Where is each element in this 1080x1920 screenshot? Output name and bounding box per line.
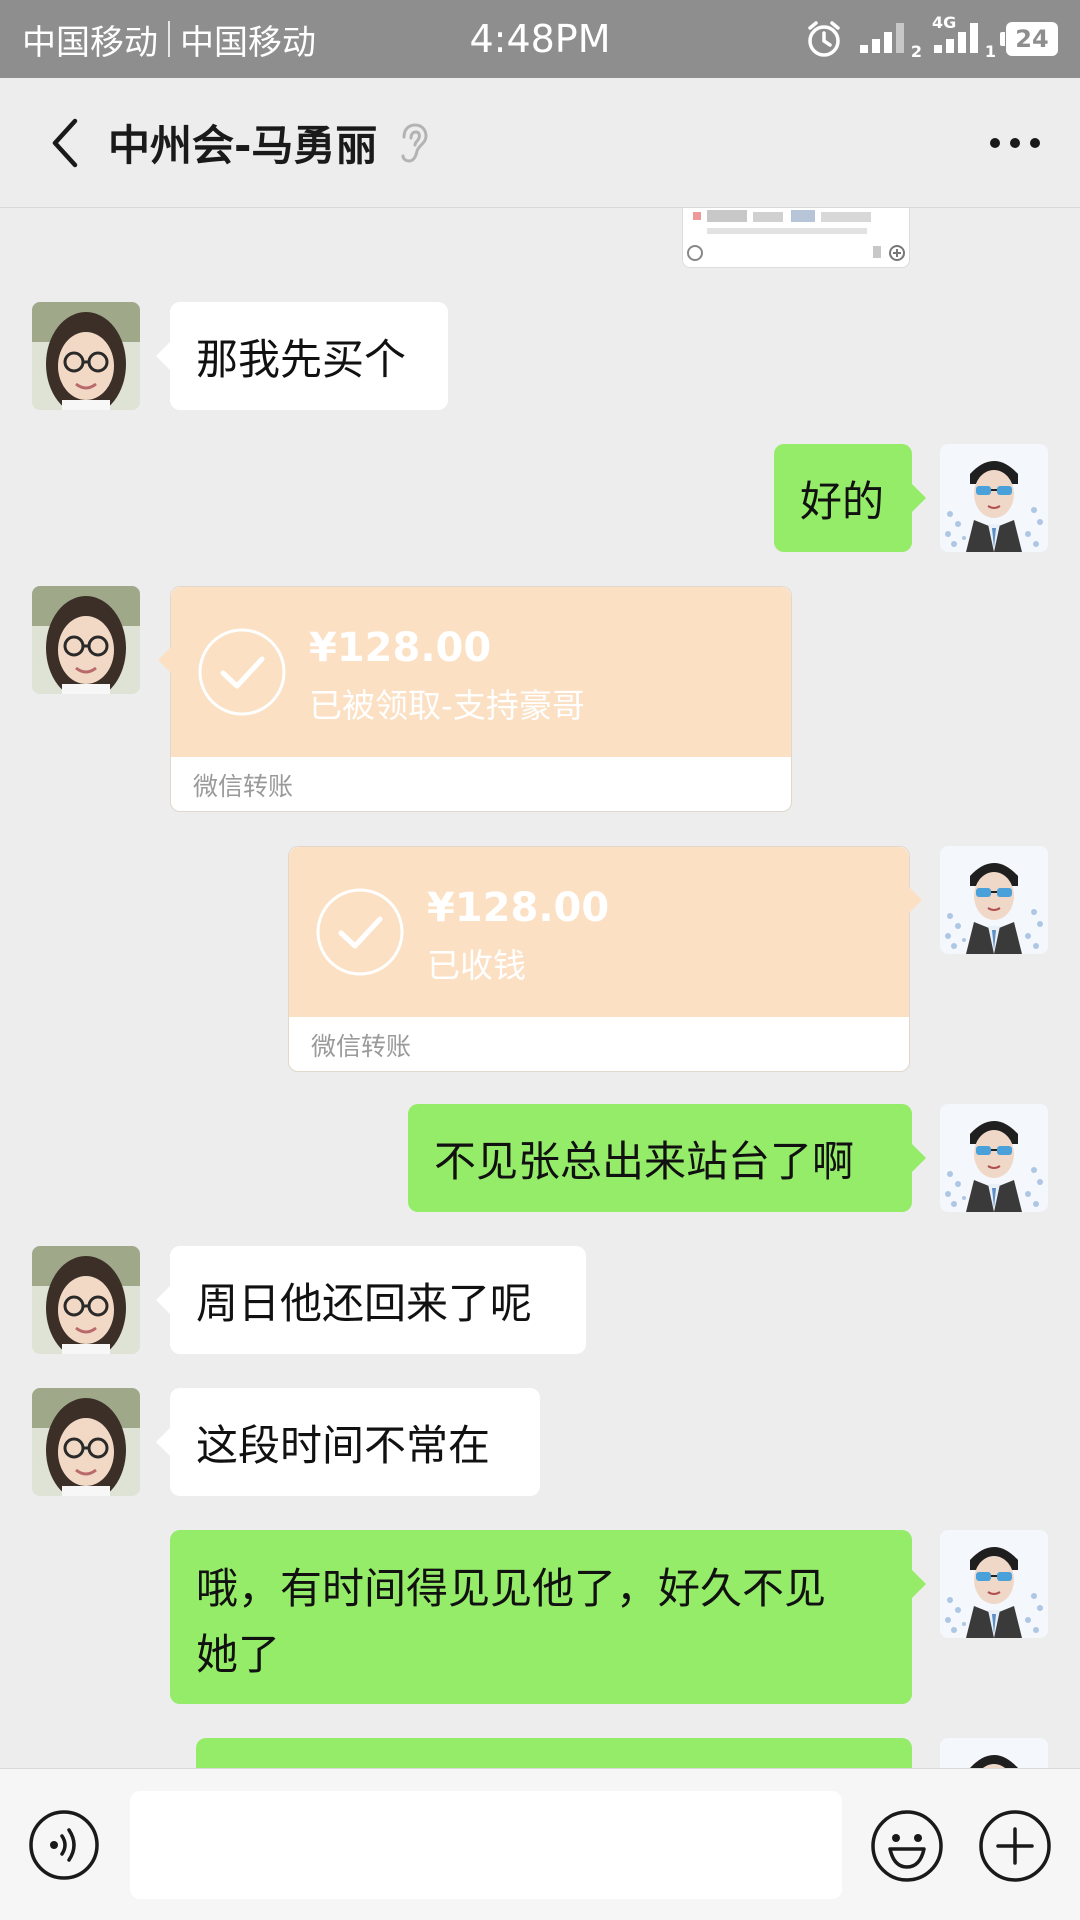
contact-avatar-photo — [32, 1246, 140, 1354]
earpiece-mode-icon — [401, 122, 428, 163]
back-button[interactable] — [30, 108, 100, 178]
check-circle-icon — [198, 628, 286, 716]
avatar[interactable] — [32, 1388, 140, 1496]
message-bubble[interactable]: 那我先买个 — [156, 302, 448, 410]
message-bubble[interactable] — [196, 1738, 912, 1768]
transfer-footer: 微信转账 — [193, 771, 294, 801]
message-text: 好的 — [800, 476, 885, 526]
message-bubble[interactable]: 不见张总出来站台了啊 — [408, 1104, 926, 1212]
my-avatar-cartoon — [940, 1530, 1048, 1638]
carrier-2: 中国移动 — [180, 22, 316, 63]
carrier-divider — [168, 21, 170, 57]
avatar[interactable] — [940, 846, 1048, 954]
link-preview-card[interactable] — [682, 208, 910, 268]
contact-avatar-photo — [32, 586, 140, 694]
voice-input-icon[interactable] — [28, 1809, 100, 1881]
network-type: 4G — [932, 13, 957, 32]
my-avatar-cartoon — [940, 846, 1048, 954]
more-dots-icon — [990, 138, 1040, 148]
transfer-note: 已收钱 — [427, 946, 526, 985]
my-avatar-cartoon — [940, 1738, 1048, 1768]
plus-icon[interactable] — [978, 1809, 1052, 1883]
avatar[interactable] — [940, 444, 1048, 552]
link-preview-thumbnail — [687, 210, 905, 261]
avatar[interactable] — [940, 1104, 1048, 1212]
message-bubble[interactable]: 哦，有时间得见见他了，好久不见 她了 — [170, 1530, 926, 1704]
transfer-amount: ¥128.00 — [427, 885, 610, 931]
message-bubble[interactable]: 好的 — [774, 444, 926, 552]
message-text-line-2: 她了 — [196, 1630, 281, 1679]
sim-badge-2: 2 — [910, 42, 922, 61]
carrier-1: 中国移动 — [22, 22, 158, 63]
check-circle-icon — [316, 888, 404, 976]
contact-avatar-photo — [32, 302, 140, 410]
avatar[interactable] — [940, 1738, 1048, 1768]
my-avatar-cartoon — [940, 1104, 1048, 1212]
transfer-note: 已被领取-支持豪哥 — [309, 686, 585, 725]
transfer-card[interactable]: ¥128.00 已收钱 微信转账 — [288, 846, 922, 1072]
avatar[interactable] — [32, 1246, 140, 1354]
avatar[interactable] — [940, 1530, 1048, 1638]
emoji-icon[interactable] — [870, 1809, 944, 1883]
more-options-button[interactable] — [980, 108, 1050, 178]
message-text: 周日他还回来了呢 — [196, 1278, 533, 1328]
status-icons: 2 4G 1 24 — [804, 13, 1058, 61]
chat-header: 中州会-马勇丽 — [0, 78, 1080, 208]
transfer-amount: ¥128.00 — [309, 625, 492, 671]
signal-sim1-icon: 4G 1 — [932, 13, 996, 61]
signal-sim2-icon: 2 — [858, 19, 922, 61]
transfer-card[interactable]: ¥128.00 已被领取-支持豪哥 微信转账 — [158, 586, 792, 812]
status-bar: 中国移动 中国移动 4:48PM 2 4G 1 24 — [0, 0, 1080, 78]
chat-title: 中州会-马勇丽 — [108, 121, 378, 170]
message-text-line-1: 哦，有时间得见见他了，好久不见 — [196, 1564, 827, 1613]
message-bubble[interactable]: 周日他还回来了呢 — [156, 1246, 586, 1354]
avatar[interactable] — [32, 586, 140, 694]
message-input[interactable] — [130, 1791, 842, 1899]
alarm-icon — [808, 21, 840, 57]
contact-avatar-photo — [32, 1388, 140, 1496]
transfer-footer: 微信转账 — [311, 1031, 412, 1061]
message-list[interactable]: 那我先买个 好的 ¥128.00 已被领取-支持豪哥 微信转账 ¥128.00 … — [0, 208, 1080, 1768]
message-text: 不见张总出来站台了啊 — [434, 1136, 855, 1186]
sim-badge-1: 1 — [984, 42, 996, 61]
my-avatar-cartoon — [940, 444, 1048, 552]
chevron-left-icon — [52, 118, 78, 167]
carrier-info: 中国移动 中国移动 — [22, 15, 316, 64]
avatar[interactable] — [32, 302, 140, 410]
message-bubble[interactable]: 这段时间不常在 — [156, 1388, 540, 1496]
message-text: 这段时间不常在 — [196, 1420, 491, 1470]
input-bar — [0, 1768, 1080, 1920]
message-text: 那我先买个 — [196, 334, 407, 384]
battery-indicator: 24 — [1000, 22, 1058, 56]
